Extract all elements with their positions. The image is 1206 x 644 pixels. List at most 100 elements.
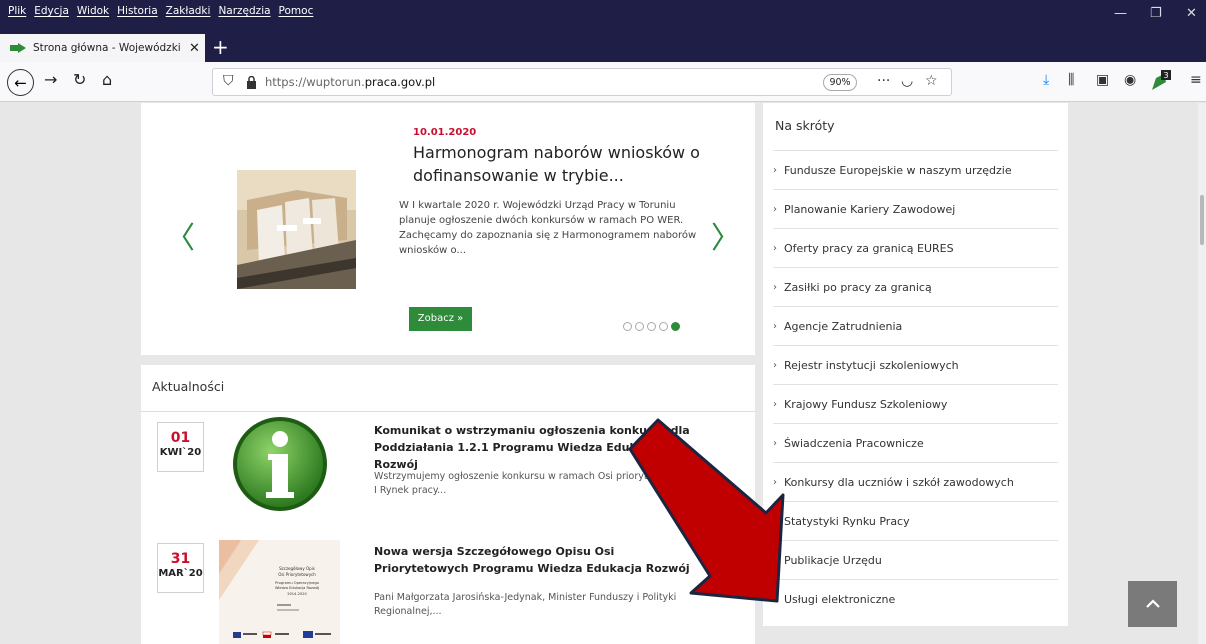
shortcut-link[interactable]: › Planowanie Kariery Zawodowej bbox=[773, 189, 1058, 228]
news-date-badge: 31 MAR`20 bbox=[157, 543, 204, 593]
chevron-right-icon: › bbox=[773, 164, 777, 176]
scroll-to-top-button[interactable] bbox=[1128, 581, 1177, 627]
chevron-right-icon: › bbox=[773, 515, 777, 527]
info-icon[interactable] bbox=[230, 414, 330, 514]
svg-text:Wiedza Edukacja Rozwój: Wiedza Edukacja Rozwój bbox=[275, 586, 319, 590]
tab-title: Strona główna - Wojewódzki U bbox=[33, 42, 183, 54]
new-tab-icon[interactable]: + bbox=[212, 35, 229, 59]
divider bbox=[141, 411, 755, 412]
chevron-right-icon: › bbox=[773, 398, 777, 410]
slider-dot[interactable] bbox=[659, 322, 668, 331]
scrollbar-thumb[interactable] bbox=[1200, 195, 1204, 245]
svg-text:2014-2020: 2014-2020 bbox=[287, 592, 307, 596]
menu-narzedzia[interactable]: Narzędzia bbox=[218, 5, 270, 17]
shortcut-link[interactable]: › Oferty pracy za granicą EURES bbox=[773, 228, 1058, 267]
shield-icon[interactable]: ⛉ bbox=[223, 73, 234, 89]
extension-icon[interactable]: 3 bbox=[1150, 70, 1172, 92]
slider-dot-active[interactable] bbox=[671, 322, 680, 331]
chevron-right-icon: › bbox=[773, 320, 777, 332]
news-month: KWI`20 bbox=[159, 447, 202, 458]
shortcut-link[interactable]: › Krajowy Fundusz Szkoleniowy bbox=[773, 384, 1058, 423]
news-month: MAR`20 bbox=[158, 568, 203, 579]
hamburger-menu-icon[interactable]: ≡ bbox=[1190, 72, 1202, 88]
lock-icon[interactable] bbox=[246, 76, 257, 89]
chevron-right-icon: › bbox=[773, 593, 777, 605]
slider-prev-icon[interactable]: 〈 bbox=[165, 213, 195, 257]
shortcut-link[interactable]: › Statystyki Rynku Pracy bbox=[773, 501, 1058, 540]
news-title[interactable]: Nowa wersja Szczegółowego Opisu Osi Prio… bbox=[374, 543, 704, 577]
back-button-icon[interactable]: ← bbox=[7, 69, 34, 96]
shortcut-link[interactable]: › Zasiłki po pracy za granicą bbox=[773, 267, 1058, 306]
chevron-right-icon: › bbox=[773, 281, 777, 293]
home-icon[interactable]: ⌂ bbox=[102, 70, 112, 89]
zoom-level[interactable]: 90% bbox=[823, 74, 857, 91]
menu-pomoc[interactable]: Pomoc bbox=[279, 5, 314, 17]
svg-text:Programu Operacyjnego: Programu Operacyjnego bbox=[275, 581, 319, 585]
menu-historia[interactable]: Historia bbox=[117, 5, 158, 17]
navigation-toolbar: ← → ↻ ⌂ ⛉ https://wuptorun.praca.gov.pl … bbox=[0, 62, 1206, 102]
browser-tab[interactable]: Strona główna - Wojewódzki U ✕ bbox=[0, 34, 205, 62]
slide-title[interactable]: Harmonogram naborów wniosków o dofinanso… bbox=[413, 141, 713, 187]
shortcuts-panel: Na skróty › Fundusze Europejskie w naszym… bbox=[763, 103, 1068, 626]
pocket-icon[interactable]: ◡ bbox=[901, 73, 913, 89]
news-heading: Aktualności bbox=[152, 379, 225, 394]
reload-icon[interactable]: ↻ bbox=[73, 70, 86, 89]
download-icon[interactable]: ⤓ bbox=[1043, 72, 1049, 88]
shortcut-link[interactable]: › Świadczenia Pracownicze bbox=[773, 423, 1058, 462]
shortcut-link[interactable]: › Rejestr instytucji szkoleniowych bbox=[773, 345, 1058, 384]
tab-close-icon[interactable]: ✕ bbox=[189, 41, 200, 56]
account-icon[interactable]: ◉ bbox=[1124, 72, 1136, 88]
url-text[interactable]: https://wuptorun.praca.gov.pl bbox=[265, 75, 435, 89]
favicon-arrow-icon bbox=[10, 43, 26, 53]
slider-dot[interactable] bbox=[623, 322, 632, 331]
chevron-right-icon: › bbox=[773, 437, 777, 449]
restore-icon[interactable]: ❐ bbox=[1150, 6, 1162, 21]
close-window-icon[interactable]: ✕ bbox=[1186, 6, 1197, 21]
news-section: Aktualności 01 KWI`20 Komunikat o wstrzy… bbox=[141, 365, 755, 644]
bookmark-star-icon[interactable]: ☆ bbox=[925, 73, 938, 89]
page-viewport: 〈 〉 10.01.2020 Harmonogram naborów wnios… bbox=[0, 103, 1206, 644]
chevron-right-icon: › bbox=[773, 476, 777, 488]
shortcut-link[interactable]: › Konkursy dla uczniów i szkół zawodowych bbox=[773, 462, 1058, 501]
featured-slider: 〈 〉 10.01.2020 Harmonogram naborów wnios… bbox=[141, 103, 755, 355]
svg-text:3: 3 bbox=[1163, 71, 1168, 80]
document-cover-thumbnail[interactable]: Szczegółowy Opis Osi Priorytetowych Prog… bbox=[219, 540, 340, 644]
slider-next-icon[interactable]: 〉 bbox=[711, 213, 741, 257]
news-title[interactable]: Komunikat o wstrzymaniu ogłoszenia konku… bbox=[374, 422, 704, 473]
news-description: Pani Małgorzata Jarosińska-Jedynak, Mini… bbox=[374, 592, 677, 617]
menu-zakladki[interactable]: Zakładki bbox=[166, 5, 211, 17]
slider-pagination bbox=[623, 322, 680, 331]
menu-bar: Plik Edycja Widok Historia Zakładki Narz… bbox=[8, 5, 313, 17]
shortcuts-heading: Na skróty bbox=[775, 118, 835, 133]
shortcut-link[interactable]: › Publikacje Urzędu bbox=[773, 540, 1058, 579]
page-scrollbar[interactable] bbox=[1198, 103, 1206, 644]
svg-text:Szczegółowy Opis: Szczegółowy Opis bbox=[279, 566, 315, 571]
chevron-right-icon: › bbox=[773, 203, 777, 215]
shortcut-link[interactable]: › Agencje Zatrudnienia bbox=[773, 306, 1058, 345]
slide-date: 10.01.2020 bbox=[413, 127, 477, 138]
menu-plik[interactable]: Plik bbox=[8, 5, 26, 17]
sidebar-icon[interactable]: ▣ bbox=[1096, 72, 1109, 88]
svg-text:Osi Priorytetowych: Osi Priorytetowych bbox=[278, 572, 316, 577]
minimize-icon[interactable]: — bbox=[1114, 6, 1127, 21]
menu-edycja[interactable]: Edycja bbox=[34, 5, 69, 17]
news-day: 31 bbox=[170, 551, 191, 567]
chevron-up-icon bbox=[1145, 599, 1160, 608]
news-date-badge: 01 KWI`20 bbox=[157, 422, 204, 472]
see-more-button[interactable]: Zobacz » bbox=[409, 307, 472, 331]
library-icon[interactable]: ⫼ bbox=[1068, 72, 1074, 88]
slide-description: W I kwartale 2020 r. Wojewódzki Urząd Pr… bbox=[399, 200, 697, 256]
menu-widok[interactable]: Widok bbox=[77, 5, 109, 17]
shortcut-link[interactable]: › Fundusze Europejskie w naszym urzędzie bbox=[773, 150, 1058, 189]
forward-icon[interactable]: → bbox=[44, 70, 57, 89]
shortcuts-list: › Fundusze Europejskie w naszym urzędzie … bbox=[763, 150, 1068, 618]
news-description: Wstrzymujemy ogłoszenie konkursu w ramac… bbox=[374, 471, 680, 496]
slide-image-file-folders bbox=[237, 170, 356, 289]
slider-dot[interactable] bbox=[647, 322, 656, 331]
window-titlebar: Plik Edycja Widok Historia Zakładki Narz… bbox=[0, 0, 1206, 34]
address-bar[interactable]: ⛉ https://wuptorun.praca.gov.pl 90% ··· … bbox=[212, 68, 952, 96]
news-day: 01 bbox=[170, 430, 191, 446]
slider-dot[interactable] bbox=[635, 322, 644, 331]
page-actions-icon[interactable]: ··· bbox=[877, 73, 890, 89]
shortcut-link[interactable]: › Usługi elektroniczne bbox=[773, 579, 1058, 618]
